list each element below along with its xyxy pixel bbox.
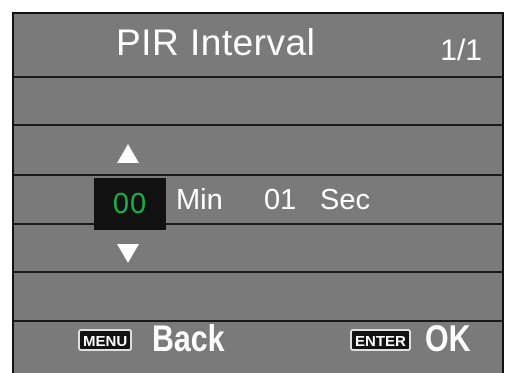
divider <box>14 124 502 126</box>
increase-arrow-icon[interactable] <box>117 144 139 163</box>
back-button[interactable]: Back <box>152 318 225 360</box>
minutes-unit-label: Min <box>176 184 223 216</box>
decrease-arrow-icon[interactable] <box>117 244 139 263</box>
minutes-value: 00 <box>112 187 148 220</box>
divider <box>14 76 502 78</box>
minutes-selector[interactable]: 00 <box>94 178 166 230</box>
divider <box>14 271 502 273</box>
divider <box>14 223 502 225</box>
page-indicator: 1/1 <box>440 34 482 67</box>
page-title: PIR Interval <box>116 22 316 63</box>
menu-key-icon: MENU <box>78 329 133 351</box>
seconds-unit-label: Sec <box>320 184 370 216</box>
enter-key-icon: ENTER <box>350 329 411 351</box>
ok-button[interactable]: OK <box>425 318 471 360</box>
divider <box>14 174 502 176</box>
seconds-value[interactable]: 01 <box>264 184 296 217</box>
